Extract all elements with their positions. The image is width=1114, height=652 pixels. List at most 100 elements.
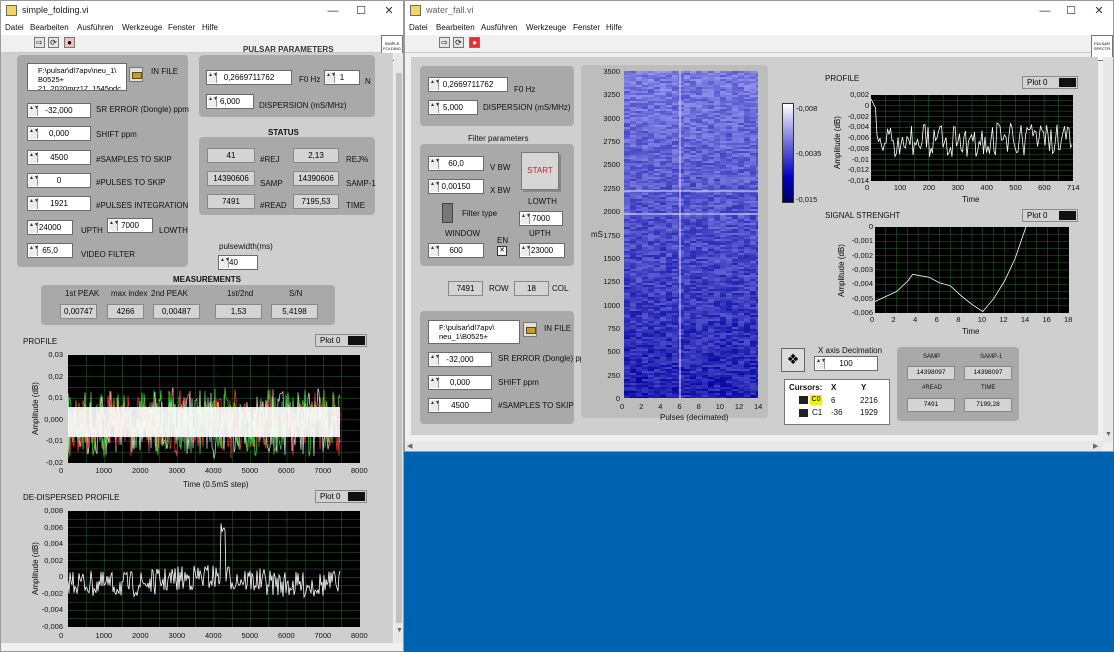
menu-werkzeuge[interactable]: Werkzeuge — [526, 23, 566, 32]
right-horizontal-scrollbar[interactable]: ◀ ▶ — [405, 441, 1103, 451]
abort-icon[interactable]: ● — [64, 37, 75, 48]
increment-arrows-icon[interactable]: ▲▼ — [430, 79, 440, 90]
increment-arrows-icon[interactable]: ▲▼ — [29, 222, 39, 233]
pulsewidth-input[interactable]: ▲▼ 40 — [218, 255, 258, 270]
increment-arrows-icon[interactable]: ▲▼ — [430, 102, 440, 113]
increment-arrows-icon[interactable]: ▲▼ — [29, 245, 39, 256]
increment-arrows-icon[interactable]: ▲▼ — [208, 72, 218, 83]
menu-datei[interactable]: Datei — [409, 23, 428, 32]
increment-arrows-icon[interactable]: ▲▼ — [430, 377, 440, 388]
left-vertical-scrollbar[interactable]: ▼ — [394, 53, 403, 643]
maximize-button[interactable]: ☐ — [347, 2, 375, 20]
scroll-left-arrow-icon[interactable]: ◀ — [407, 442, 412, 450]
video-filter-input[interactable]: ▲▼ 65,0 — [27, 243, 73, 258]
cursor-c0-label[interactable]: C0 — [810, 395, 822, 405]
profile-chart-area[interactable] — [67, 355, 360, 463]
maximize-button[interactable]: ☐ — [1057, 2, 1085, 20]
filter-type-toggle[interactable] — [442, 203, 453, 223]
menu-datei[interactable]: Datei — [5, 23, 24, 32]
minimize-button[interactable]: — — [1031, 2, 1059, 20]
abort-icon[interactable]: ● — [469, 37, 480, 48]
increment-arrows-icon[interactable]: ▲▼ — [29, 128, 39, 139]
xbw-input[interactable]: ▲▼ 0,00150 — [428, 179, 484, 194]
increment-arrows-icon[interactable]: ▲▼ — [326, 72, 336, 83]
menu-fenster[interactable]: Fenster — [168, 23, 195, 32]
menu-fenster[interactable]: Fenster — [573, 23, 600, 32]
rprofile-chart-area[interactable] — [870, 95, 1073, 181]
increment-arrows-icon[interactable]: ▲▼ — [430, 354, 440, 365]
lowth-input[interactable]: ▲▼ 7000 — [519, 211, 563, 226]
waterfall-cell — [690, 297, 696, 299]
dispersion-input[interactable]: ▲▼ 5,000 — [428, 100, 478, 115]
upth-input[interactable]: ▲▼ 24000 — [27, 220, 73, 235]
increment-arrows-icon[interactable]: ▲▼ — [29, 198, 39, 209]
scroll-right-arrow-icon[interactable]: ▶ — [1093, 442, 1098, 450]
start-button[interactable]: START — [521, 152, 559, 190]
shift-ppm-input[interactable]: ▲▼ 0,000 — [27, 126, 91, 141]
samples-to-skip-input[interactable]: ▲▼ 4500 — [27, 150, 91, 165]
input-file-path[interactable]: F:\pulsar\dl7apv\neu_1\ B0525+ 21_2020mr… — [27, 63, 127, 91]
minimize-button[interactable]: — — [319, 2, 347, 20]
run-continuously-icon[interactable]: ⟳ — [453, 37, 464, 48]
scroll-down-arrow-icon[interactable]: ▼ — [396, 627, 403, 634]
run-continuously-icon[interactable]: ⟳ — [48, 37, 59, 48]
increment-arrows-icon[interactable]: ▲▼ — [208, 96, 218, 107]
run-arrow-icon[interactable]: ⇨ — [439, 37, 450, 48]
menu-hilfe[interactable]: Hilfe — [202, 23, 218, 32]
increment-arrows-icon[interactable]: ▲▼ — [220, 257, 230, 268]
scroll-down-arrow-icon[interactable]: ▼ — [1105, 431, 1112, 438]
right-vertical-scrollbar[interactable]: ▼ — [1103, 57, 1113, 443]
browse-folder-icon[interactable] — [129, 67, 143, 82]
cursor-c1-label[interactable]: C1 — [812, 408, 822, 417]
menu-bearbeiten[interactable]: Bearbeiten — [436, 23, 475, 32]
rprofile-plot-legend[interactable]: Plot 0 — [1022, 76, 1078, 89]
waterfall-image[interactable] — [624, 71, 762, 399]
waterfall-cell — [756, 345, 762, 347]
increment-arrows-icon[interactable]: ▲▼ — [109, 220, 119, 231]
lowth-input[interactable]: ▲▼ 7000 — [107, 218, 153, 233]
browse-folder-icon[interactable] — [523, 322, 537, 337]
dedispersed-chart-area[interactable] — [67, 511, 360, 627]
increment-arrows-icon[interactable]: ▲▼ — [29, 152, 39, 163]
increment-arrows-icon[interactable]: ▲▼ — [430, 158, 440, 169]
sr-error-input[interactable]: ▲▼ -32,000 — [428, 352, 492, 367]
dedispersed-plot-legend[interactable]: Plot 0 — [315, 490, 367, 503]
pulses-integration-input[interactable]: ▲▼ 1921 — [27, 196, 91, 211]
profile-plot-legend[interactable]: Plot 0 — [315, 334, 367, 347]
menu-ausfuehren[interactable]: Ausführen — [77, 23, 113, 32]
vbw-input[interactable]: ▲▼ 60,0 — [428, 156, 484, 171]
increment-arrows-icon[interactable]: ▲▼ — [816, 358, 826, 369]
f0-input[interactable]: ▲▼ 0,2669711762 — [428, 77, 508, 92]
window-input[interactable]: ▲▼ 600 — [428, 243, 484, 258]
increment-arrows-icon[interactable]: ▲▼ — [430, 245, 440, 256]
samples-to-skip-input[interactable]: ▲▼ 4500 — [428, 398, 492, 413]
increment-arrows-icon[interactable]: ▲▼ — [29, 105, 39, 116]
increment-arrows-icon[interactable]: ▲▼ — [521, 245, 531, 256]
signal-plot-legend[interactable]: Plot 0 — [1022, 209, 1078, 222]
pulses-to-skip-input[interactable]: ▲▼ 0 — [27, 173, 91, 188]
shift-ppm-input[interactable]: ▲▼ 0,000 — [428, 375, 492, 390]
cursor-move-icon[interactable]: ❖ — [781, 348, 805, 372]
menu-werkzeuge[interactable]: Werkzeuge — [122, 23, 162, 32]
dispersion-input[interactable]: ▲▼ 6,000 — [206, 94, 254, 109]
signal-chart-area[interactable] — [874, 226, 1069, 313]
menu-ausfuehren[interactable]: Ausführen — [481, 23, 517, 32]
left-scroll-thumb[interactable] — [396, 73, 402, 623]
increment-arrows-icon[interactable]: ▲▼ — [29, 175, 39, 186]
increment-arrows-icon[interactable]: ▲▼ — [430, 400, 440, 411]
en-checkbox[interactable]: ✕ — [497, 246, 507, 256]
close-button[interactable]: ✕ — [1085, 2, 1113, 20]
increment-arrows-icon[interactable]: ▲▼ — [521, 213, 531, 224]
n-input[interactable]: ▲▼ 1 — [324, 70, 360, 85]
sr-error-input[interactable]: ▲▼ -32,000 — [27, 103, 91, 118]
colour-scale-bar[interactable] — [782, 103, 794, 203]
close-button[interactable]: ✕ — [375, 2, 403, 20]
input-file-path[interactable]: F:\pulsar\dl7apv\ neu_1\B0525+ — [428, 320, 520, 344]
menu-hilfe[interactable]: Hilfe — [606, 23, 622, 32]
upth-input[interactable]: ▲▼ 23000 — [519, 243, 565, 258]
f0-input[interactable]: ▲▼ 0,2669711762 — [206, 70, 292, 85]
run-arrow-icon[interactable]: ⇨ — [34, 37, 45, 48]
menu-bearbeiten[interactable]: Bearbeiten — [30, 23, 69, 32]
increment-arrows-icon[interactable]: ▲▼ — [430, 181, 440, 192]
x-decimation-input[interactable]: ▲▼ 100 — [814, 356, 878, 371]
